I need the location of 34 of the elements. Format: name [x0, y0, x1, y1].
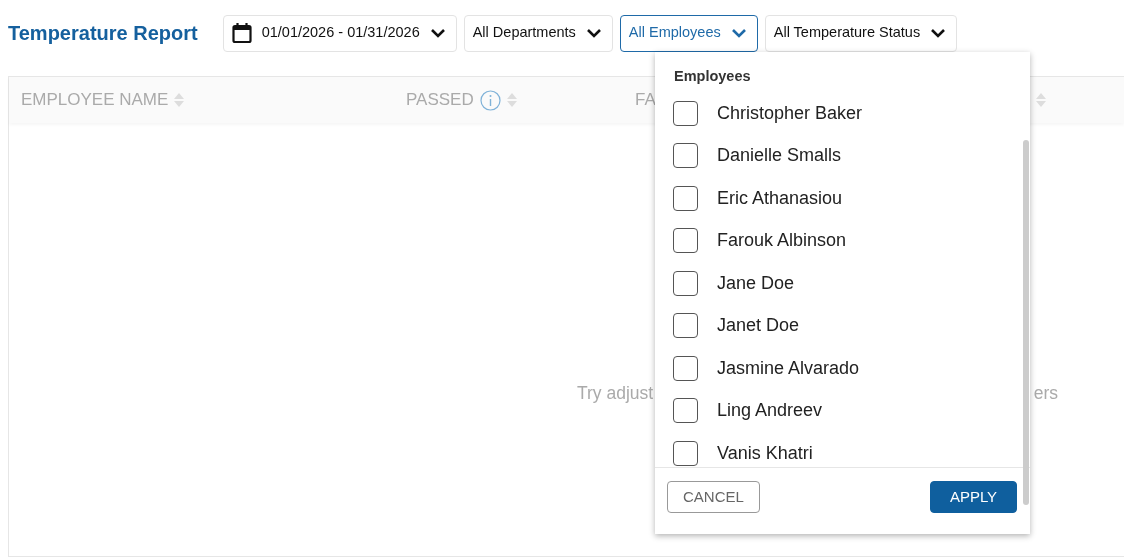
date-range-dropdown[interactable]: 01/01/2026 - 01/31/2026 — [222, 14, 457, 52]
filter-dropdown[interactable]: All Departments — [463, 14, 613, 52]
employee-option[interactable]: Ling Andreev — [673, 389, 1030, 432]
checkbox[interactable] — [673, 100, 698, 126]
scrollbar[interactable] — [1023, 140, 1029, 505]
cancel-button[interactable]: CANCEL — [667, 481, 760, 513]
employee-option[interactable]: Jane Doe — [673, 262, 1030, 305]
dropdown-heading: Employees — [673, 67, 752, 86]
apply-button[interactable]: APPLY — [930, 481, 1017, 513]
chevron-down-icon — [730, 28, 747, 38]
empty-message: ers — [1033, 382, 1058, 405]
chevron-down-icon — [930, 28, 947, 38]
checkbox[interactable] — [673, 440, 698, 466]
chevron-down-icon — [429, 28, 446, 38]
employee-option[interactable]: Christopher Baker — [673, 92, 1030, 135]
checkbox[interactable] — [673, 185, 698, 211]
employee-option[interactable]: Eric Athanasiou — [673, 177, 1030, 220]
empty-message: Try adjust — [577, 382, 654, 405]
chevron-down-icon — [585, 28, 602, 38]
employee-option[interactable]: Vanis Khatri — [673, 432, 1030, 475]
checkbox[interactable] — [673, 398, 698, 424]
employee-option[interactable]: Danielle Smalls — [673, 134, 1030, 177]
checkbox[interactable] — [673, 313, 698, 339]
page-title: Temperature Report — [8, 21, 198, 46]
calendar-icon — [231, 22, 252, 44]
checkbox[interactable] — [673, 270, 698, 296]
checkbox[interactable] — [673, 143, 698, 169]
filter-dropdown[interactable]: All Temperature Status — [764, 14, 958, 52]
employee-option[interactable]: Farouk Albinson — [673, 219, 1030, 262]
employee-option[interactable]: Janet Doe — [673, 304, 1030, 347]
checkbox[interactable] — [673, 355, 698, 381]
employee-option[interactable]: Jasmine Alvarado — [673, 347, 1030, 390]
checkbox[interactable] — [673, 228, 698, 254]
filter-dropdown[interactable]: All Employees — [619, 14, 758, 52]
